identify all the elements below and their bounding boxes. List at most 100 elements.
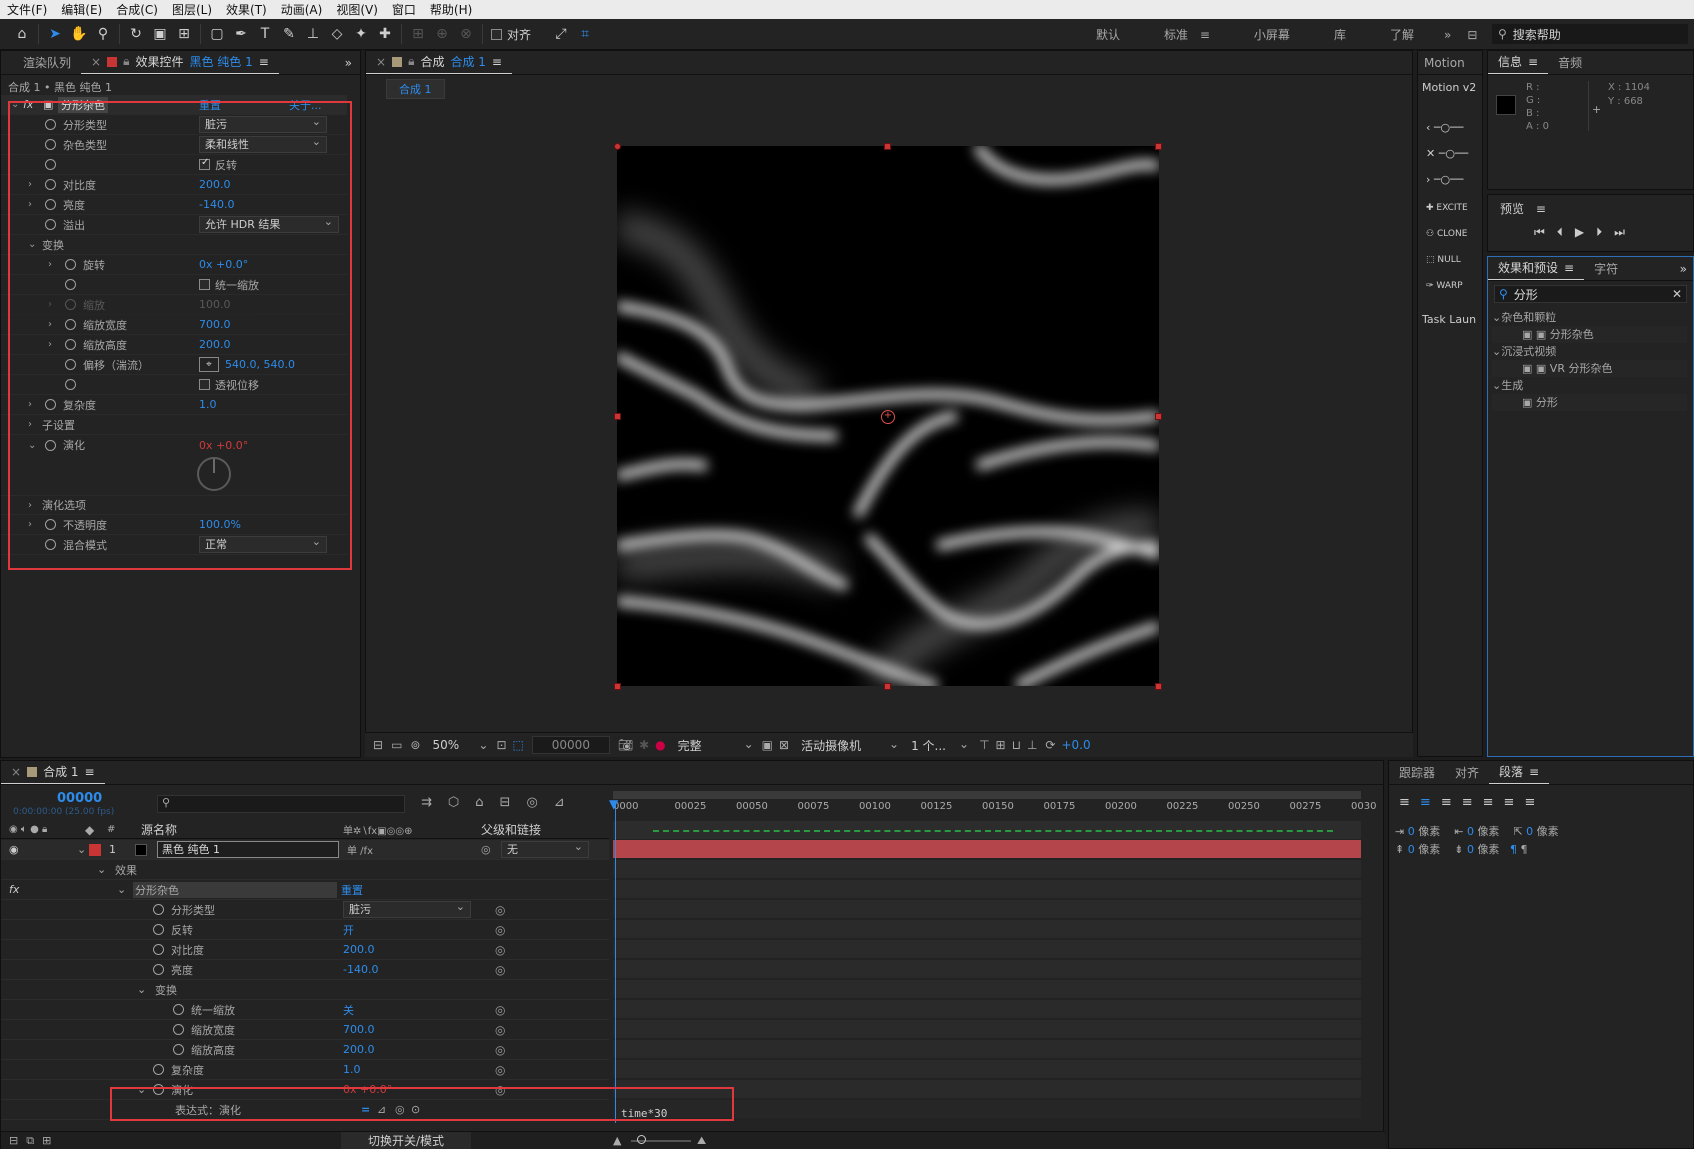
- workspace-learn[interactable]: 了解: [1368, 26, 1436, 43]
- handle-bottom-center[interactable]: [884, 683, 891, 690]
- reset-exposure-icon[interactable]: ⟳: [1045, 738, 1055, 752]
- handle-top-right[interactable]: [1155, 143, 1162, 150]
- expression-spiral-icon[interactable]: ◎: [495, 923, 505, 937]
- panel-menu-icon[interactable]: ≡: [85, 765, 95, 779]
- property-track[interactable]: [613, 980, 1361, 999]
- overflow-icon[interactable]: »: [345, 56, 360, 70]
- fx-icon[interactable]: fx: [9, 883, 19, 896]
- menu-window[interactable]: 窗口: [385, 1, 423, 18]
- indent-left-value[interactable]: 0: [1408, 825, 1415, 838]
- menu-help[interactable]: 帮助(H): [423, 1, 479, 18]
- expression-spiral-icon[interactable]: ◎: [495, 1003, 505, 1017]
- menu-layer[interactable]: 图层(L): [165, 1, 219, 18]
- resolution-dropdown[interactable]: 完整 ⌄: [678, 737, 756, 754]
- tab-tracker[interactable]: 跟踪器: [1389, 764, 1445, 781]
- layer-row[interactable]: ◉ ⌄ 1 黑色 纯色 1 单 ∕fx ◎ 无: [1, 839, 609, 860]
- expression-spiral-icon[interactable]: ◎: [495, 1023, 505, 1037]
- task-launcher-label[interactable]: Task Laun: [1422, 313, 1482, 326]
- pan-behind-tool-icon[interactable]: ⊞: [172, 22, 196, 46]
- menu-composition[interactable]: 合成(C): [109, 1, 165, 18]
- motion-slider-2[interactable]: ✕ ─○──: [1426, 147, 1468, 160]
- snapshot-icon[interactable]: 📷︎: [618, 738, 633, 752]
- draft-3d-icon[interactable]: ⬡: [448, 795, 459, 810]
- uniform-scale-value[interactable]: 关: [343, 1002, 354, 1018]
- axis-view-icon[interactable]: ⊗: [454, 22, 478, 46]
- always-preview-icon[interactable]: ⊟: [373, 738, 383, 752]
- ltr-direction-icon[interactable]: ¶: [1510, 843, 1517, 856]
- lock-icon[interactable]: 🔒︎: [408, 54, 414, 69]
- tab-paragraph[interactable]: 段落 ≡: [1489, 761, 1550, 784]
- menu-effect[interactable]: 效果(T): [219, 1, 274, 18]
- handle-middle-right[interactable]: [1155, 413, 1162, 420]
- property-track[interactable]: [613, 940, 1361, 959]
- zoom-tool-icon[interactable]: ⚲: [91, 22, 115, 46]
- first-frame-icon[interactable]: ⏮: [1534, 225, 1545, 240]
- panel-menu-icon[interactable]: ≡: [492, 55, 502, 69]
- collapse-arrow-icon[interactable]: ⌄: [1492, 345, 1501, 358]
- time-ruler[interactable]: 0000 00025 00050 00075 00100 00125 00150 00175 0…: [613, 791, 1376, 815]
- vr-icon[interactable]: ⊚: [410, 738, 420, 752]
- stopwatch-icon[interactable]: [153, 964, 164, 975]
- frame-blending-icon[interactable]: ⊟: [500, 795, 511, 810]
- justify-left-icon[interactable]: ≡: [1462, 795, 1473, 810]
- views-dropdown[interactable]: 1 个... ⌄: [911, 737, 971, 754]
- axis-local-icon[interactable]: ⊞: [406, 22, 430, 46]
- mask-toggle-icon[interactable]: ⬚: [513, 738, 524, 752]
- monitor-icon[interactable]: ▭: [391, 738, 402, 752]
- panel-menu-icon[interactable]: ≡: [1528, 55, 1538, 69]
- expression-spiral-icon[interactable]: ◎: [495, 903, 505, 917]
- rotate-tool-icon[interactable]: ↻: [124, 22, 148, 46]
- reset-link[interactable]: 重置: [341, 882, 363, 898]
- space-before-value[interactable]: 0: [1408, 843, 1415, 856]
- collapse-arrow-icon[interactable]: ⌄: [1492, 379, 1501, 392]
- clear-search-icon[interactable]: ✕: [1672, 287, 1682, 301]
- workspace-default[interactable]: 默认: [1074, 26, 1142, 43]
- property-track[interactable]: [613, 880, 1361, 899]
- layer-duration-bar[interactable]: [613, 840, 1361, 859]
- home-icon[interactable]: ⌂: [10, 22, 34, 46]
- collapse-arrow-icon[interactable]: ⌄: [97, 863, 106, 876]
- stopwatch-icon[interactable]: [173, 1004, 184, 1015]
- indent-right-value[interactable]: 0: [1467, 825, 1474, 838]
- handle-top-center[interactable]: [884, 143, 891, 150]
- property-track[interactable]: [613, 920, 1361, 939]
- expression-spiral-icon[interactable]: ◎: [495, 963, 505, 977]
- property-track[interactable]: [613, 1040, 1361, 1059]
- av-switches-icon[interactable]: ◉ 🔈︎ ● 🔒︎: [9, 824, 47, 835]
- puppet-pin-tool-icon[interactable]: ✚: [373, 22, 397, 46]
- motion-slider-3[interactable]: › ─○──: [1426, 173, 1463, 186]
- stopwatch-icon[interactable]: [173, 1044, 184, 1055]
- property-track[interactable]: [613, 1060, 1361, 1079]
- zoom-dropdown[interactable]: 50% ⌄: [432, 738, 490, 752]
- fast-preview-icon[interactable]: ⊞: [996, 738, 1006, 752]
- type-tool-icon[interactable]: T: [253, 22, 277, 46]
- handle-bottom-right[interactable]: [1155, 683, 1162, 690]
- render-time-icon[interactable]: ⧉: [26, 1134, 34, 1148]
- snapping-toggle[interactable]: 对齐: [491, 26, 531, 43]
- rectangle-tool-icon[interactable]: ▢: [205, 22, 229, 46]
- tab-effect-controls[interactable]: × 🔒︎ 效果控件 黑色 纯色 1 ≡: [81, 51, 279, 74]
- stopwatch-icon[interactable]: [153, 924, 164, 935]
- viewer-timecode[interactable]: 00000: [531, 736, 610, 754]
- pickwhip-icon[interactable]: ◎: [481, 843, 491, 856]
- zoom-out-icon[interactable]: ▲: [613, 1134, 621, 1147]
- layer-switches-header[interactable]: 单✲∖fx▣◎◎⊕: [343, 822, 412, 837]
- timeline-search-input[interactable]: ⚲: [157, 795, 405, 813]
- property-track[interactable]: [613, 860, 1361, 879]
- search-help-input[interactable]: ⚲ 搜索帮助: [1492, 24, 1688, 44]
- rtl-direction-icon[interactable]: ¶: [1520, 843, 1527, 856]
- close-icon[interactable]: ×: [376, 55, 386, 69]
- axis-world-icon[interactable]: ⊕: [430, 22, 454, 46]
- stopwatch-icon[interactable]: [153, 1064, 164, 1075]
- eraser-tool-icon[interactable]: ◇: [325, 22, 349, 46]
- tree-item-fractal[interactable]: ▣ 分形: [1492, 394, 1687, 411]
- stopwatch-icon[interactable]: [173, 1024, 184, 1035]
- close-icon[interactable]: ×: [91, 55, 101, 69]
- workspace-overflow-icon[interactable]: »: [1436, 28, 1459, 42]
- fit-icon[interactable]: ⊡: [496, 738, 506, 752]
- property-track[interactable]: [613, 1000, 1361, 1019]
- camera-dropdown[interactable]: 活动摄像机 ⌄: [801, 737, 901, 754]
- selection-tool-icon[interactable]: ➤: [43, 22, 67, 46]
- property-track[interactable]: [613, 900, 1361, 919]
- hand-tool-icon[interactable]: ✋: [67, 22, 91, 46]
